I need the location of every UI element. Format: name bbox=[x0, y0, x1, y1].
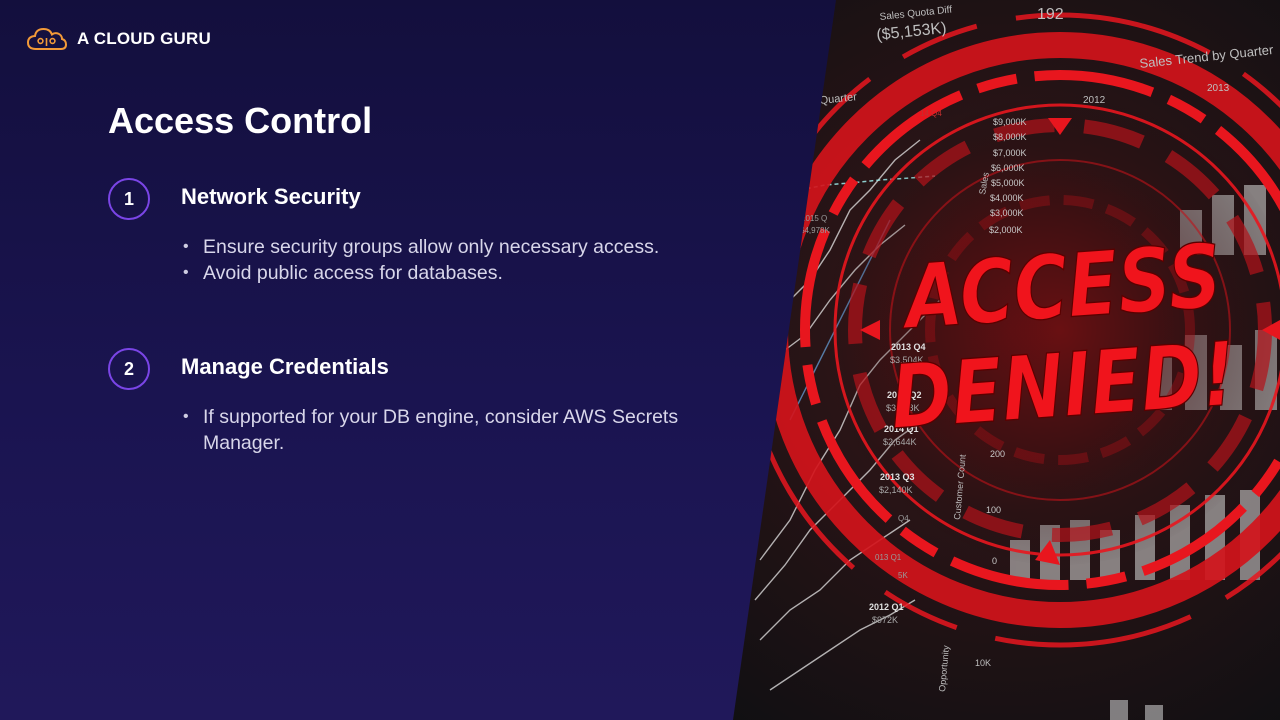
section-number-badge: 1 bbox=[108, 178, 150, 220]
fragment-label: 2015 Q bbox=[801, 214, 827, 223]
sales-tick: $8,000K bbox=[993, 132, 1027, 142]
quarter-value: $972K bbox=[872, 615, 898, 625]
sales-tick: $2,000K bbox=[989, 225, 1023, 235]
sales-tick: $3,000K bbox=[990, 208, 1024, 218]
fragment-label: Q4 bbox=[898, 514, 909, 523]
section-heading: Manage Credentials bbox=[181, 354, 389, 379]
access-denied-headline: ACCESS DENIED! bbox=[887, 225, 1240, 450]
fragment-label: 5K bbox=[898, 571, 908, 580]
year-2013: 2013 bbox=[1207, 83, 1230, 94]
section-heading: Network Security bbox=[181, 184, 361, 209]
cloud-logo-icon bbox=[26, 27, 68, 50]
customer-tick: 200 bbox=[990, 449, 1005, 459]
brand-name: A CLOUD GURU bbox=[77, 29, 211, 48]
bullet-item: If supported for your DB engine, conside… bbox=[181, 404, 701, 456]
slide-title: Access Control bbox=[108, 100, 373, 141]
bullet-item: Ensure security groups allow only necess… bbox=[181, 234, 701, 260]
year-2012: 2012 bbox=[1083, 95, 1106, 106]
customer-tick: 0 bbox=[992, 556, 997, 566]
sales-tick: $9,000K bbox=[993, 117, 1027, 127]
fragment-label: 14 Q4 bbox=[920, 109, 942, 118]
sales-tick: $6,000K bbox=[991, 163, 1025, 173]
fragment-label: 013 Q1 bbox=[875, 553, 902, 562]
quarter-name: 2013 Q3 bbox=[880, 472, 915, 482]
quarter-value: $2,140K bbox=[879, 485, 913, 495]
top-value: 192 bbox=[1037, 6, 1064, 23]
bullet-list: If supported for your DB engine, conside… bbox=[181, 404, 701, 456]
fragment-label: $4,978K bbox=[800, 226, 830, 235]
sales-tick: $7,000K bbox=[993, 148, 1027, 158]
customer-tick: 100 bbox=[986, 505, 1001, 515]
brand-logo: A CLOUD GURU bbox=[26, 26, 211, 52]
sales-tick: $5,000K bbox=[991, 178, 1025, 188]
sales-tick: $4,000K bbox=[990, 193, 1024, 203]
bottom-tick: 10K bbox=[975, 658, 991, 668]
bullet-list: Ensure security groups allow only necess… bbox=[181, 234, 701, 286]
bullet-item: Avoid public access for databases. bbox=[181, 260, 701, 286]
quarter-name: 2012 Q1 bbox=[869, 602, 904, 612]
section-number-badge: 2 bbox=[108, 348, 150, 390]
